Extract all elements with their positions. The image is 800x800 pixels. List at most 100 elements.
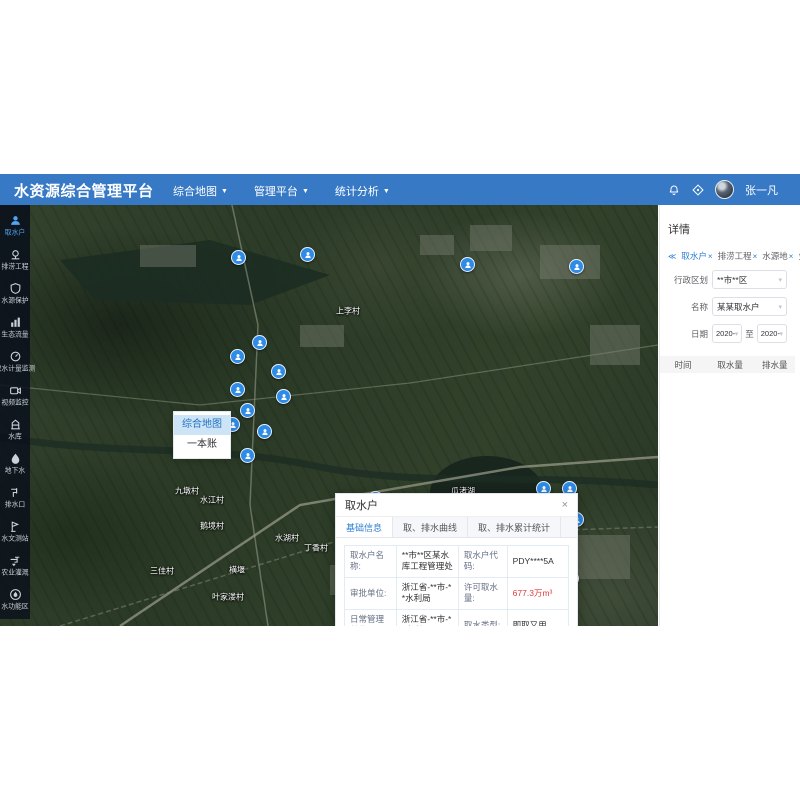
water-user-marker[interactable] [276,389,291,404]
water-user-modal: 取水户 × 基础信息 取、排水曲线 取、排水累计统计 取水户名称: **市**区… [335,493,578,626]
sidebar-item-groundwater[interactable]: 地下水 [0,446,30,480]
map-place-label: 上李村 [336,306,360,317]
name-field: 名称 某某取水户 ▾ [668,297,787,316]
date-from-input[interactable]: 2020-04-20 ▾ [712,324,742,343]
sidebar-item-eco-flow[interactable]: 生态流量 [0,310,30,344]
map-place-label: 三佳村 [150,566,174,577]
field-value: 即取又用 [507,609,568,626]
camera-icon [9,384,22,397]
date-field: 日期 2020-04-20 ▾ 至 2020-05-20 ▾ [668,324,787,343]
reservoir-icon [9,418,22,431]
chevron-down-icon: ▾ [780,330,784,338]
shield-icon [9,282,22,295]
tab-curve[interactable]: 取、排水曲线 [393,517,468,537]
sidebar-item-outlet[interactable]: 排水口 [0,480,30,514]
field-label: 取水户名称: [345,546,397,578]
table-row: 取水户名称: **市**区某水库工程管理处 取水户代码: PDY****5A [345,546,569,578]
sidebar-item-metering-monitor[interactable]: 取水计量监测 [0,344,30,378]
name-select[interactable]: 某某取水户 ▾ [712,297,787,316]
nav-item-map[interactable]: 综合地图 ▼ [173,183,228,199]
sidebar-item-drainage-project[interactable]: 排涝工程 [0,242,30,276]
panel-table-header: 时间 取水量 排水量 [660,356,795,373]
detail-panel: 详情 ≪ 取水户× 排涝工程× 水源地× 生态流▾ 行政区划 **市**区 ▾ [659,205,795,626]
map-sidebar: 取水户 排涝工程 水源保护 生态流量 取水计量监测 视频监控 [0,205,30,619]
tab-basic-info[interactable]: 基础信息 [336,517,393,537]
map-place-label: 横堰 [229,565,245,576]
water-user-marker[interactable] [240,448,255,463]
map-place-label: 丁香村 [304,543,328,554]
close-icon[interactable]: × [753,252,758,261]
water-user-marker[interactable] [271,364,286,379]
map-place-label: 叶家溇村 [212,592,244,603]
info-table: 取水户名称: **市**区某水库工程管理处 取水户代码: PDY****5A 审… [344,545,569,626]
chevron-down-icon: ▼ [302,188,309,195]
close-icon[interactable]: × [708,252,713,261]
map-place-label: 水湖村 [275,533,299,544]
date-to-input[interactable]: 2020-05-20 ▾ [757,324,787,343]
field-label: 日常管理单位: [345,609,397,626]
app: 水资源综合管理平台 综合地图 ▼ 管理平台 ▼ 统计分析 ▼ 张一凡 [0,0,800,800]
panel-tab-water-user[interactable]: 取水户× [681,250,712,262]
water-user-marker[interactable] [240,403,255,418]
water-user-marker[interactable] [230,382,245,397]
map-place-label: 鹅境村 [200,521,224,532]
water-user-marker[interactable] [252,335,267,350]
chevron-down-icon: ▼ [221,188,228,195]
tabs-scroll-left-icon[interactable]: ≪ [668,252,676,261]
user-name[interactable]: 张一凡 [745,182,778,198]
chart-icon [9,316,22,329]
field-value: 浙江省-**市-**水利局 [396,609,458,626]
dropdown-item-ledger[interactable]: 一本账 [174,435,230,455]
chevron-down-icon: ▾ [778,303,782,311]
panel-tab-drainage[interactable]: 排涝工程× [718,250,758,262]
field-value: PDY****5A [507,546,568,578]
field-label: 取水类型: [458,609,507,626]
chevron-down-icon: ▾ [735,330,739,338]
water-user-marker[interactable] [257,424,272,439]
map-place-label: 水江村 [200,495,224,506]
nav-item-platform[interactable]: 管理平台 ▼ [254,183,309,199]
sidebar-item-hydro-station[interactable]: 水文测站 [0,514,30,548]
tab-cumulative[interactable]: 取、排水累计统计 [468,517,561,537]
user-avatar[interactable] [715,180,734,199]
sidebar-item-water-user[interactable]: 取水户 [0,208,30,242]
panel-title: 详情 [668,221,787,237]
water-user-marker[interactable] [460,257,475,272]
district-field: 行政区划 **市**区 ▾ [668,270,787,289]
close-icon[interactable]: × [562,499,568,511]
drop-icon [9,452,22,465]
water-user-marker[interactable] [300,247,315,262]
nav-item-stats[interactable]: 统计分析 ▼ [335,183,390,199]
pump-icon [9,248,22,261]
district-select[interactable]: **市**区 ▾ [712,270,787,289]
chevron-down-icon: ▾ [778,276,782,284]
sidebar-item-reservoir[interactable]: 水库 [0,412,30,446]
bell-icon[interactable] [667,183,680,196]
col-drainage: 排水量 [754,359,795,371]
sidebar-item-video-monitor[interactable]: 视频监控 [0,378,30,412]
sidebar-item-source-protection[interactable]: 水源保护 [0,276,30,310]
main-nav: 综合地图 ▼ 管理平台 ▼ 统计分析 ▼ [173,183,390,199]
pipe-icon [9,486,22,499]
field-value-highlight: 677.3万m³ [507,577,568,609]
modal-tabs: 基础信息 取、排水曲线 取、排水累计统计 [336,517,577,538]
close-icon[interactable]: × [789,252,794,261]
map-canvas[interactable]: 瓜渚湖红建村红梅村九墩村水江村鹅境村水湖村丁香村三佳村横堰叶家溇村上李村 取水户… [0,205,658,626]
faucet-icon [9,554,22,567]
water-user-marker[interactable] [231,250,246,265]
sidebar-item-function-zone[interactable]: 水功能区 [0,582,30,616]
modal-body: 取水户名称: **市**区某水库工程管理处 取水户代码: PDY****5A 审… [336,538,577,626]
meter-icon [9,350,22,363]
col-time: 时间 [660,359,706,371]
modal-header: 取水户 × [336,494,577,517]
panel-tab-water-source[interactable]: 水源地× [762,250,793,262]
water-user-marker[interactable] [230,349,245,364]
dropdown-item-composite-map[interactable]: 综合地图 [174,415,230,435]
sidebar-item-irrigation[interactable]: 农业灌溉 [0,548,30,582]
field-label: 许可取水量: [458,577,507,609]
settings-icon[interactable] [691,183,704,196]
water-user-marker[interactable] [569,259,584,274]
map-place-label: 九墩村 [175,486,199,497]
table-row: 日常管理单位: 浙江省-**市-**水利局 取水类型: 即取又用 [345,609,569,626]
field-label: 取水户代码: [458,546,507,578]
